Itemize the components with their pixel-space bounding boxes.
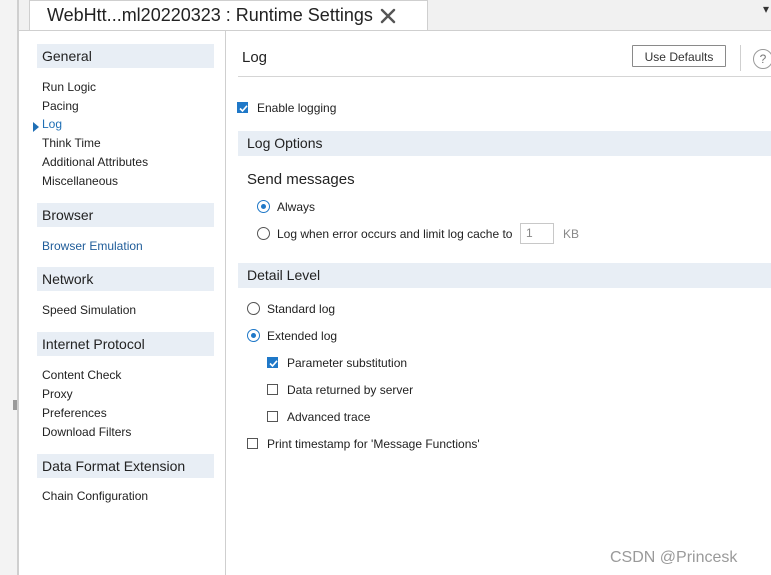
log-cache-unit: KB [563,227,580,241]
nav-item-think-time[interactable]: Think Time [42,136,101,150]
nav-item-browser-emulation[interactable]: Browser Emulation [42,239,143,253]
left-gutter [0,0,18,575]
data-returned-label: Data returned by server [287,383,414,397]
use-defaults-button[interactable]: Use Defaults [632,45,726,67]
nav-item-download-filters[interactable]: Download Filters [42,425,131,439]
nav-item-preferences[interactable]: Preferences [42,406,107,420]
tab-title: WebHtt...ml20220323 : Runtime Settings [47,5,373,25]
nav-header-data-format-extension: Data Format Extension [37,454,214,478]
print-timestamp-checkbox[interactable] [247,438,258,449]
nav-item-run-logic[interactable]: Run Logic [42,80,96,94]
toolbar-divider [740,45,741,71]
splitter-grip[interactable] [13,400,17,410]
nav-header-network: Network [37,267,214,291]
nav-item-speed-simulation[interactable]: Speed Simulation [42,303,136,317]
enable-logging-label: Enable logging [257,101,337,115]
parameter-substitution-checkbox[interactable] [267,357,278,368]
help-icon[interactable]: ? [753,49,771,69]
print-timestamp-label: Print timestamp for 'Message Functions' [267,437,480,451]
extended-log-label: Extended log [267,329,338,343]
send-messages-title: Send messages [247,171,355,188]
nav-item-pacing[interactable]: Pacing [42,99,79,113]
nav-header-internet-protocol: Internet Protocol [37,332,214,356]
log-on-error-radio[interactable] [257,227,270,240]
close-icon[interactable] [377,5,399,27]
nav-item-proxy[interactable]: Proxy [42,387,73,401]
enable-logging-checkbox[interactable] [237,102,248,113]
nav-header-browser: Browser [37,203,214,227]
standard-log-radio[interactable] [247,302,260,315]
section-detail-level: Detail Level [238,263,771,288]
standard-log-label: Standard log [267,302,336,316]
log-settings-panel: Log Use Defaults ? Enable logging Log Op… [226,31,771,575]
tab-bar: WebHtt...ml20220323 : Runtime Settings ▾ [19,0,771,31]
advanced-trace-label: Advanced trace [287,410,371,424]
log-cache-size-input[interactable]: 1 [520,223,554,244]
title-divider [238,76,771,77]
tab-runtime-settings[interactable]: WebHtt...ml20220323 : Runtime Settings [29,0,428,30]
always-label: Always [277,200,316,214]
log-on-error-label: Log when error occurs and limit log cach… [277,227,513,241]
advanced-trace-checkbox[interactable] [267,411,278,422]
nav-header-general: General [37,44,214,68]
watermark: CSDN @Princesk [610,549,738,566]
settings-nav: General Run Logic Pacing Log Think Time … [19,31,226,575]
parameter-substitution-label: Parameter substitution [287,356,408,370]
data-returned-checkbox[interactable] [267,384,278,395]
nav-item-content-check[interactable]: Content Check [42,368,121,382]
section-log-options: Log Options [238,131,771,156]
selected-arrow-icon [33,122,39,132]
nav-item-log[interactable]: Log [42,117,62,131]
extended-log-radio[interactable] [247,329,260,342]
nav-item-additional-attributes[interactable]: Additional Attributes [42,155,148,169]
always-radio[interactable] [257,200,270,213]
tab-menu-icon[interactable]: ▾ [763,2,769,16]
nav-item-miscellaneous[interactable]: Miscellaneous [42,174,118,188]
nav-item-chain-configuration[interactable]: Chain Configuration [42,489,148,503]
page-title: Log [242,49,268,66]
